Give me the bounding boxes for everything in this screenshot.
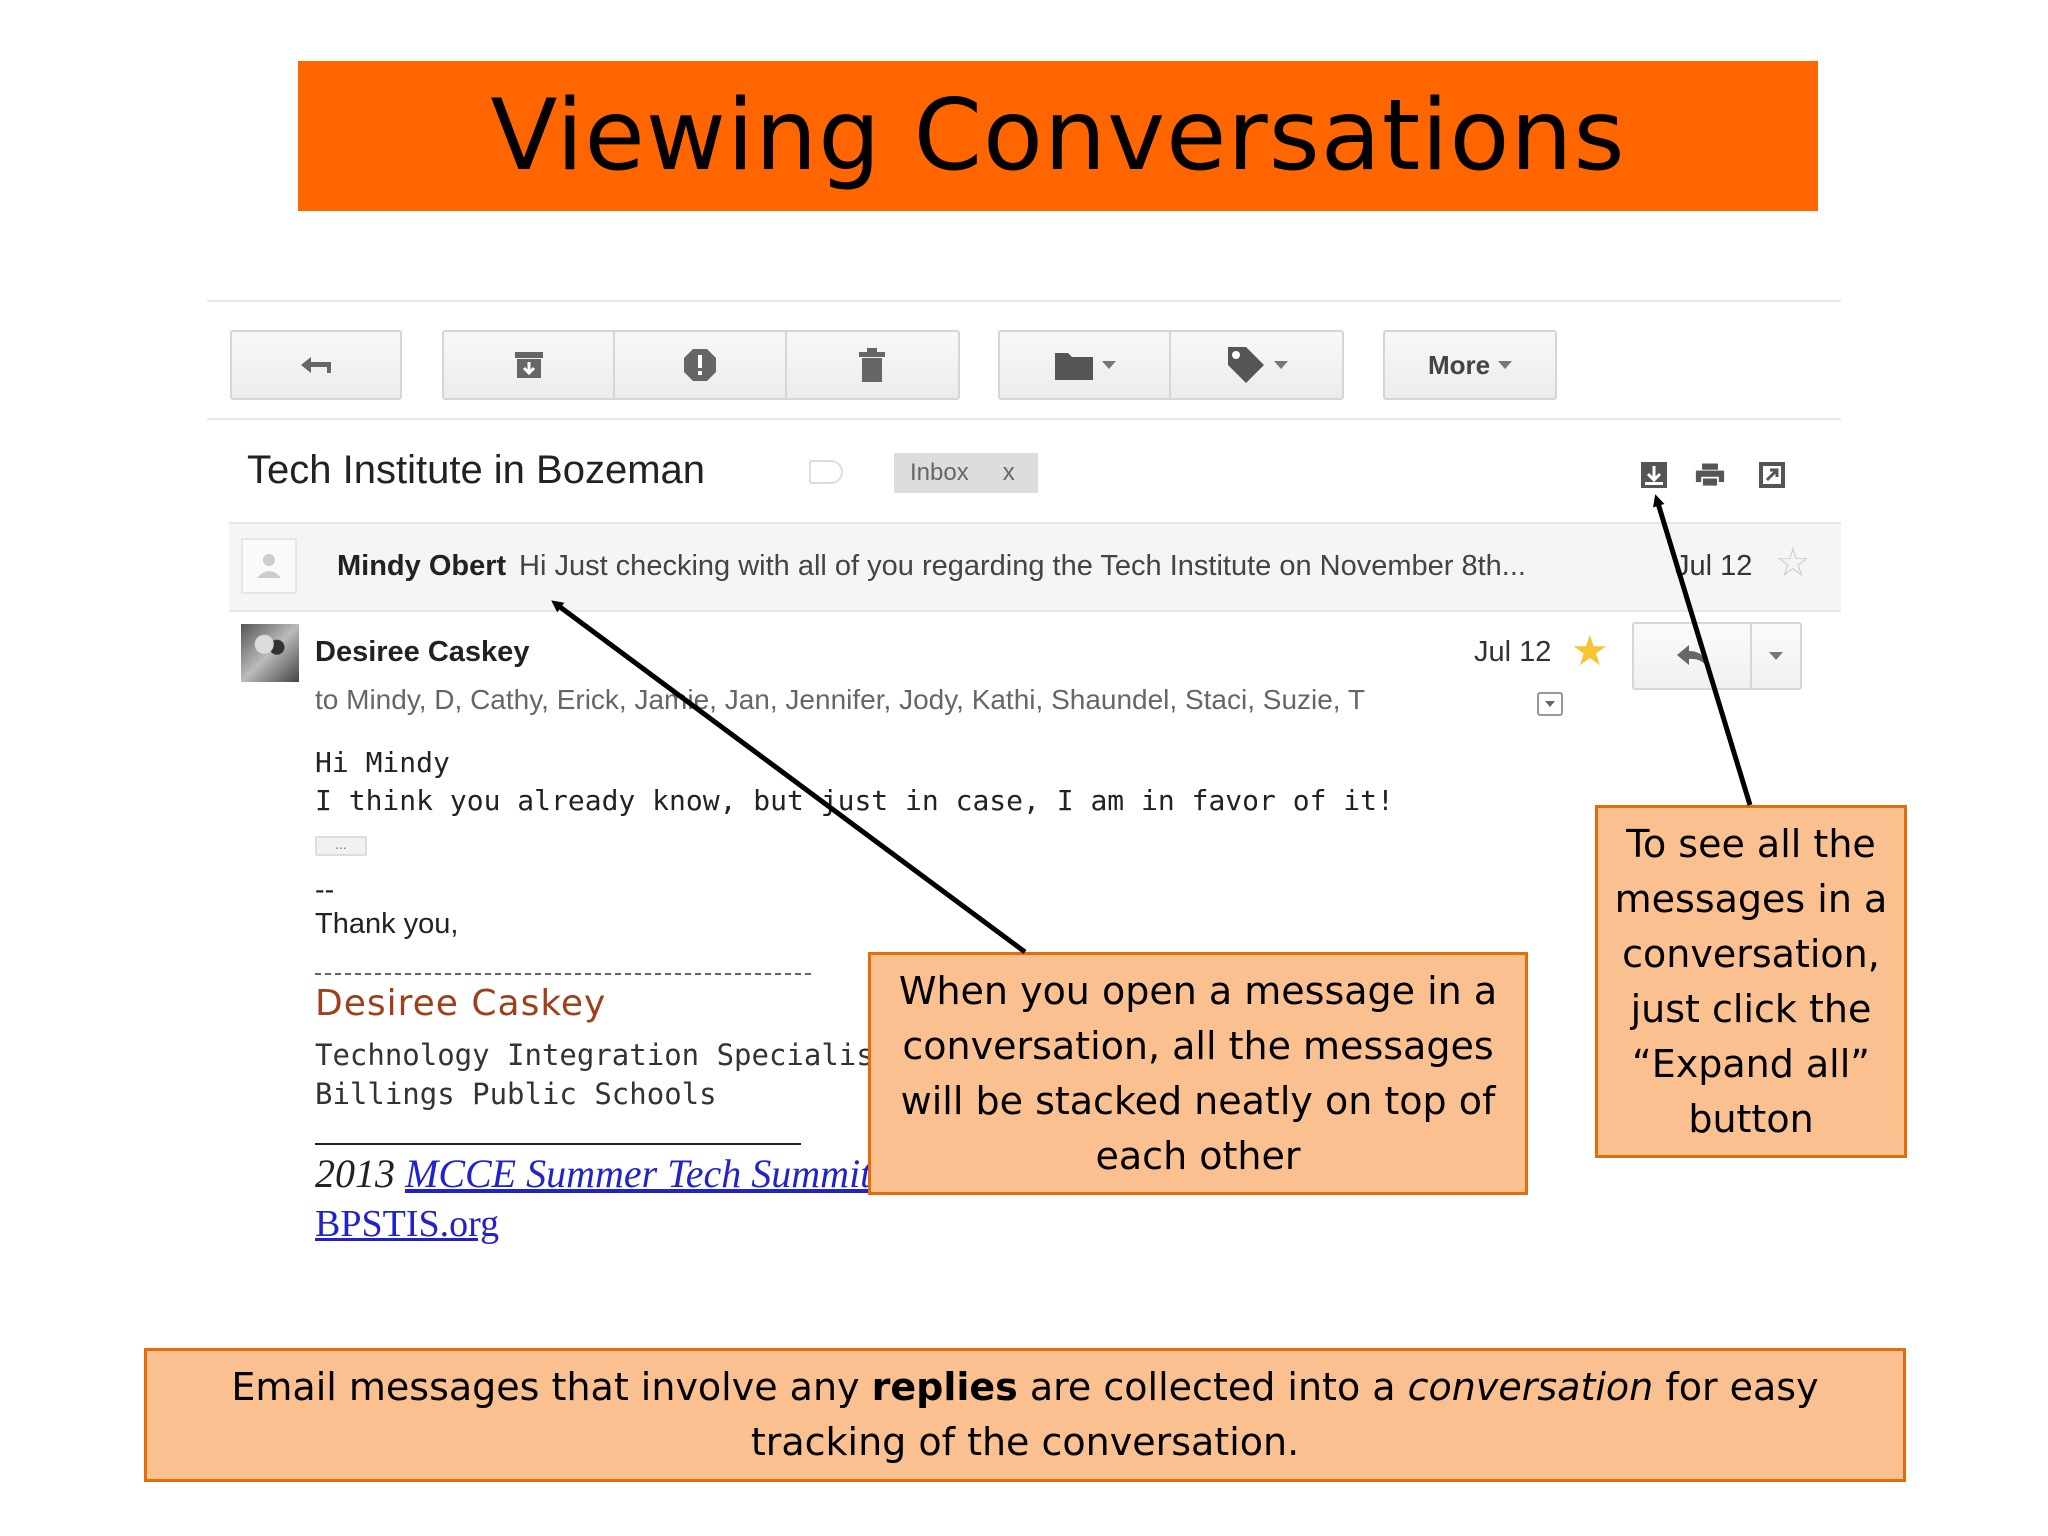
move-to-button[interactable] (1000, 332, 1171, 398)
new-window-icon[interactable] (1757, 460, 1787, 490)
folder-icon (1054, 353, 1093, 380)
archive-icon (514, 352, 543, 378)
more-group: More (1383, 330, 1557, 400)
callout-stacked-messages: When you open a message in a conversatio… (868, 952, 1528, 1195)
slide-title-banner: Viewing Conversations (298, 61, 1818, 211)
summary-bold: replies (871, 1365, 1018, 1409)
message-more-dropdown[interactable] (1752, 624, 1800, 688)
callout-stacked-text: When you open a message in a conversatio… (898, 968, 1498, 1178)
collapsed-message-row[interactable]: Mindy Obert Hi Just checking with all of… (229, 522, 1841, 612)
open-sender: Desiree Caskey (315, 636, 530, 668)
inbox-label-chip: Inbox x (894, 453, 1038, 493)
reply-icon (1677, 645, 1707, 667)
summit-line: 2013 MCCE Summer Tech Summit (315, 1150, 871, 1197)
chevron-down-icon (1101, 361, 1116, 369)
show-details-icon[interactable] (1537, 692, 1563, 716)
more-button[interactable]: More (1385, 332, 1555, 398)
callout-conversation-summary: Email messages that involve any replies … (144, 1348, 1906, 1482)
back-arrow-icon (301, 357, 331, 373)
chevron-down-icon (1273, 361, 1288, 369)
remove-label-button[interactable]: x (1003, 459, 1015, 487)
message-body: I think you already know, but just in ca… (315, 784, 1394, 817)
summary-italic: conversation (1407, 1365, 1654, 1409)
sender-avatar (241, 624, 299, 682)
signature-name: Desiree Caskey (315, 983, 607, 1024)
more-label: More (1427, 349, 1491, 380)
organize-group (998, 330, 1344, 400)
star-filled-icon[interactable]: ★ (1571, 626, 1609, 675)
closing: Thank you, (315, 908, 459, 940)
collapsed-snippet: Hi Just checking with all of you regardi… (519, 550, 1526, 582)
star-empty-icon[interactable]: ☆ (1775, 540, 1811, 586)
back-button[interactable] (232, 332, 400, 398)
show-trimmed-content-button[interactable]: ... (315, 836, 367, 856)
slide-title: Viewing Conversations (490, 79, 1626, 193)
thread-subject: Tech Institute in Bozeman (247, 448, 706, 492)
recipients-line: to Mindy, D, Cathy, Erick, Jamie, Jan, J… (315, 684, 1365, 715)
summit-year: 2013 (315, 1151, 395, 1196)
callout-expand-text: To see all the messages in a conversatio… (1614, 821, 1888, 1141)
chevron-down-icon (1769, 652, 1783, 660)
message-reply-button[interactable] (1634, 624, 1752, 688)
signature-org: Billings Public Schools (315, 1077, 717, 1111)
signature-title: Technology Integration Specialist (315, 1038, 892, 1072)
sig-separator: -- (315, 874, 335, 906)
summit-link[interactable]: MCCE Summer Tech Summit (405, 1151, 871, 1196)
avatar-placeholder-icon (241, 538, 297, 594)
importance-marker-icon[interactable] (809, 460, 843, 484)
trash-icon (859, 348, 886, 382)
archive-button[interactable] (444, 332, 616, 398)
open-date: Jul 12 (1474, 636, 1552, 668)
expand-all-icon[interactable] (1639, 460, 1669, 490)
labels-button[interactable] (1171, 332, 1342, 398)
sig-dashed-rule (315, 973, 811, 975)
site-link[interactable]: BPSTIS.org (315, 1202, 499, 1246)
tag-icon (1227, 347, 1264, 383)
collapsed-date: Jul 12 (1675, 550, 1753, 582)
report-spam-icon (683, 349, 716, 381)
action-group (442, 330, 960, 400)
print-icon[interactable] (1695, 460, 1725, 490)
delete-button[interactable] (787, 332, 958, 398)
top-divider (207, 300, 1841, 302)
message-reply-group (1632, 622, 1802, 690)
summary-mid: are collected into a (1017, 1365, 1408, 1409)
report-spam-button[interactable] (615, 332, 787, 398)
reply-group (230, 330, 402, 400)
signature-rule (315, 1143, 801, 1145)
toolbar-divider (207, 418, 1841, 420)
greeting: Hi Mindy (315, 746, 450, 779)
summary-text: Email messages that involve any replies … (167, 1360, 1883, 1470)
inbox-label-text: Inbox (910, 459, 969, 486)
chevron-down-icon (1498, 361, 1513, 369)
collapsed-sender: Mindy Obert (337, 550, 507, 582)
callout-expand-all: To see all the messages in a conversatio… (1595, 805, 1907, 1158)
summary-pre: Email messages that involve any (231, 1365, 872, 1409)
